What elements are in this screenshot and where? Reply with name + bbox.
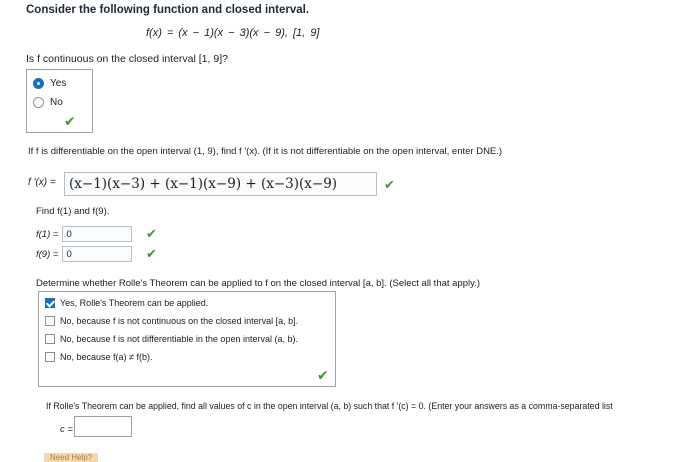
rolle-option-label: No, because f is not differentiable in t…	[60, 334, 298, 344]
check-icon: ✔	[64, 113, 76, 129]
c-input[interactable]	[74, 416, 132, 437]
rolle-option-not-differentiable[interactable]: No, because f is not differentiable in t…	[45, 334, 298, 344]
fprime-input[interactable]: (x−1)(x−3) + (x−1)(x−9) + (x−3)(x−9)	[64, 172, 377, 196]
rolle-option-unequal-endpoints[interactable]: No, because f(a) ≠ f(b).	[45, 352, 152, 362]
rolle-question: Determine whether Rolle's Theorem can be…	[36, 278, 480, 289]
rolle-option-yes[interactable]: Yes, Rolle's Theorem can be applied.	[45, 298, 208, 308]
f9-label: f(9) =	[36, 248, 59, 260]
option-no-label: No	[50, 97, 63, 108]
need-help-button[interactable]: Need Help?	[44, 453, 99, 462]
function-definition: f(x) = (x − 1)(x − 3)(x − 9), [1, 9]	[146, 27, 320, 39]
f9-value: 0	[66, 248, 72, 260]
help-bar: Need Help?	[44, 453, 234, 462]
option-no[interactable]: No	[33, 97, 63, 108]
f9-input[interactable]: 0	[62, 246, 133, 262]
endpoints-prompt: Find f(1) and f(9).	[36, 206, 110, 217]
option-yes[interactable]: Yes	[33, 78, 66, 89]
f1-label: f(1) =	[36, 228, 59, 240]
f1-input[interactable]: 0	[62, 226, 133, 242]
fprime-value: (x−1)(x−3) + (x−1)(x−9) + (x−3)(x−9)	[69, 176, 338, 192]
check-icon: ✔	[146, 246, 157, 261]
continuity-answer-box: Yes No ✔	[26, 69, 93, 133]
question-title: Consider the following function and clos…	[26, 4, 310, 16]
check-icon: ✔	[317, 367, 329, 383]
continuity-question: Is f continuous on the closed interval […	[26, 53, 228, 65]
checkbox-icon[interactable]	[45, 316, 55, 326]
rolle-option-label: No, because f is not continuous on the c…	[60, 316, 299, 326]
check-icon: ✔	[384, 177, 395, 192]
checkbox-icon[interactable]	[45, 334, 55, 344]
check-icon: ✔	[146, 226, 157, 241]
f1-row: f(1) = 0	[36, 226, 133, 242]
rolle-option-label: Yes, Rolle's Theorem can be applied.	[60, 298, 209, 308]
rolle-option-not-continuous[interactable]: No, because f is not continuous on the c…	[45, 316, 298, 326]
f9-row: f(9) = 0	[36, 246, 133, 262]
radio-selected-icon[interactable]	[33, 78, 44, 89]
final-question: If Rolle's Theorem can be applied, find …	[46, 401, 613, 411]
c-label: c =	[60, 424, 73, 435]
rolle-option-label: No, because f(a) ≠ f(b).	[60, 352, 153, 362]
rolle-answer-box: Yes, Rolle's Theorem can be applied. No,…	[38, 291, 336, 387]
checkbox-icon[interactable]	[45, 352, 55, 362]
differentiability-question: If f is differentiable on the open inter…	[28, 146, 503, 157]
f1-value: 0	[66, 228, 72, 240]
radio-icon[interactable]	[33, 97, 44, 108]
option-yes-label: Yes	[50, 78, 67, 89]
fprime-label: f '(x) =	[28, 177, 56, 188]
checkbox-checked-icon[interactable]	[45, 298, 55, 308]
